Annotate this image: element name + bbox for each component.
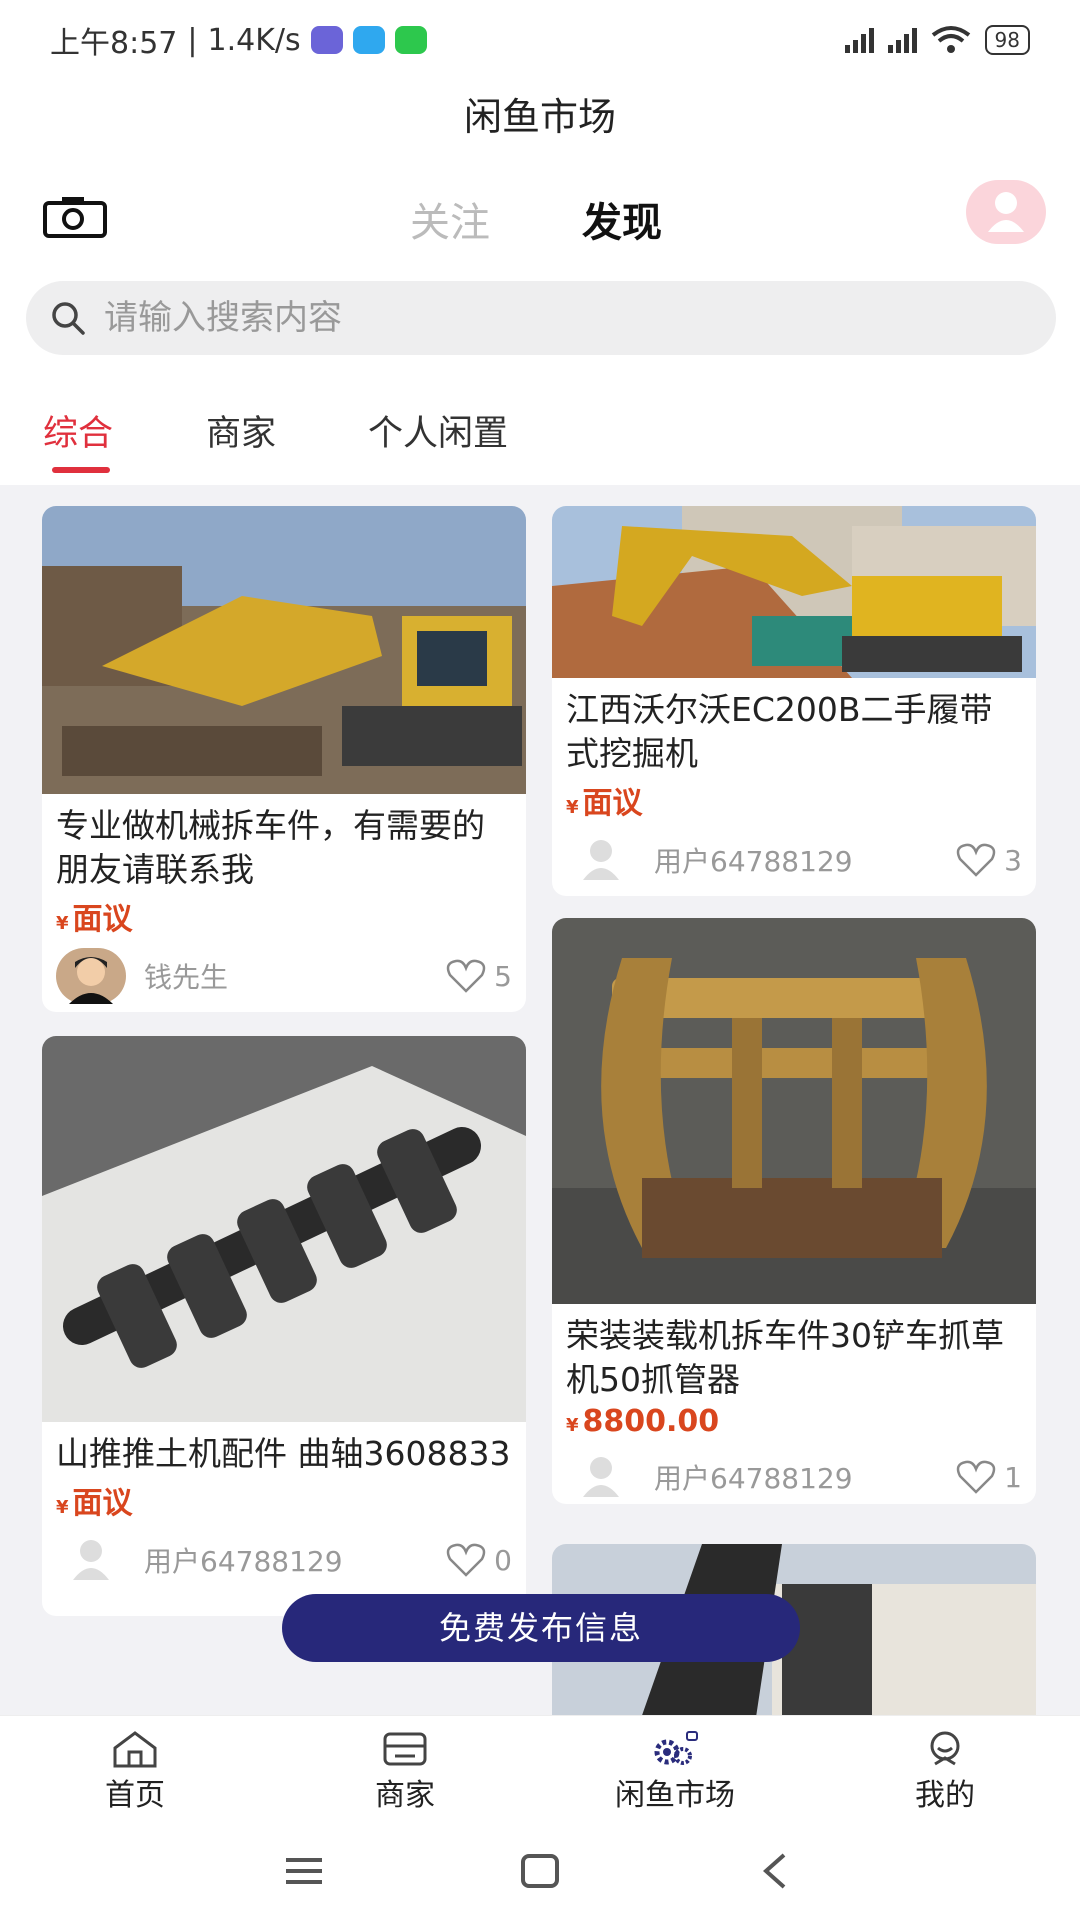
tab-personal-idle[interactable]: 个人闲置 [368, 405, 508, 456]
post-price: ¥ 面议 [42, 892, 526, 938]
default-user-icon [73, 1540, 109, 1580]
post-username: 用户64788129 [144, 1545, 343, 1578]
default-user-icon [583, 840, 619, 880]
likes[interactable]: 3 [956, 843, 1022, 877]
post-user-row: 用户64788129 1 [552, 1439, 1036, 1504]
page-title: 闲鱼市场 [0, 80, 1080, 155]
header: 关注 发现 [0, 155, 1080, 275]
post-card[interactable]: 荣装装载机拆车件30铲车抓草机50抓管器 ¥8800.00 用户64788129… [552, 918, 1036, 1504]
tab-discover[interactable]: 发现 [582, 190, 662, 248]
likes[interactable]: 5 [446, 959, 512, 993]
profile-icon [930, 1731, 960, 1766]
post-card[interactable]: 江西沃尔沃EC200B二手履带式挖掘机 ¥ 面议 用户64788129 3 [552, 506, 1036, 896]
post-price: ¥8800.00 [552, 1402, 1036, 1439]
likes-count: 1 [1004, 1460, 1022, 1494]
status-speed: 1.4K/s [207, 22, 301, 58]
post-username: 用户64788129 [654, 1462, 853, 1495]
likes-count: 0 [494, 1543, 512, 1577]
wechat-icon [394, 26, 427, 54]
heart-icon [956, 843, 996, 877]
nav-home[interactable]: 首页 [0, 1716, 270, 1820]
currency-symbol: ¥ [56, 913, 69, 934]
post-title: 荣装装载机拆车件30铲车抓草机50抓管器 [566, 1316, 1004, 1399]
likes-count: 3 [1004, 843, 1022, 877]
currency-symbol: ¥ [56, 1497, 69, 1518]
currency-symbol: ¥ [566, 1415, 579, 1436]
nav-home-label: 首页 [105, 1778, 165, 1813]
back-icon[interactable] [760, 1852, 788, 1890]
publish-button[interactable]: 免费发布信息 [282, 1594, 800, 1662]
bottom-nav: 首页 商家 闲鱼市场 我的 [0, 1715, 1080, 1820]
post-image-volvo-excavator[interactable] [552, 506, 1036, 678]
tab-merchants[interactable]: 商家 [206, 405, 276, 456]
product-feed: 专业做机械拆车件，有需要的朋友请联系我 ¥ 面议 钱先生 5 山推推土机配件 曲… [0, 485, 1080, 1715]
nav-merchants-label: 商家 [375, 1778, 435, 1813]
post-price: ¥ 面议 [552, 776, 1036, 822]
search-icon [52, 302, 85, 335]
post-price: ¥ 面议 [42, 1476, 526, 1522]
signal-icon-2 [887, 27, 917, 53]
active-tab-indicator [52, 467, 110, 473]
post-card[interactable]: 专业做机械拆车件，有需要的朋友请联系我 ¥ 面议 钱先生 5 [42, 506, 526, 1012]
cartoon-avatar-icon [69, 957, 113, 1004]
user-avatar-button[interactable] [966, 180, 1046, 244]
system-nav-bar [0, 1820, 1080, 1920]
status-time: 上午8:57 [50, 26, 178, 61]
home-square-icon[interactable] [520, 1853, 560, 1889]
post-user-row: 用户64788129 0 [42, 1522, 526, 1598]
status-divider: | [187, 22, 198, 58]
tab-all[interactable]: 综合 [43, 405, 113, 456]
home-icon [113, 1731, 157, 1768]
post-title: 专业做机械拆车件，有需要的朋友请联系我 [56, 806, 485, 889]
likes[interactable]: 1 [956, 1460, 1022, 1494]
status-bar: 上午8:57 | 1.4K/s 98 [0, 0, 1080, 80]
likes[interactable]: 0 [446, 1543, 512, 1577]
nav-mine-label: 我的 [915, 1778, 975, 1813]
nav-mine[interactable]: 我的 [810, 1716, 1080, 1820]
currency-symbol: ¥ [566, 797, 579, 818]
app-notification-icon [310, 26, 343, 54]
message-app-icon [352, 26, 385, 54]
wifi-icon [931, 26, 970, 53]
post-username: 用户64788129 [654, 845, 853, 878]
price-value: 面议 [582, 786, 643, 821]
price-value: 8800.00 [582, 1404, 720, 1439]
heart-icon [446, 1543, 486, 1577]
search-input[interactable] [104, 298, 1004, 338]
nav-market[interactable]: 闲鱼市场 [540, 1716, 810, 1820]
search-area [0, 275, 1080, 375]
post-user-row: 用户64788129 3 [552, 822, 1036, 896]
heart-icon [956, 1460, 996, 1494]
post-title: 江西沃尔沃EC200B二手履带式挖掘机 [566, 690, 993, 773]
post-image-excavator-scrapyard[interactable] [42, 506, 526, 794]
post-image-crankshaft[interactable] [42, 1036, 526, 1422]
post-card[interactable]: 山推推土机配件 曲轴3608833 ¥ 面议 用户64788129 0 [42, 1036, 526, 1616]
avatar[interactable] [566, 832, 636, 888]
avatar[interactable] [56, 1532, 126, 1588]
post-title: 山推推土机配件 曲轴3608833 [56, 1434, 511, 1473]
store-icon [383, 1732, 427, 1766]
person-icon [988, 192, 1024, 232]
likes-count: 5 [494, 959, 512, 993]
post-username: 钱先生 [144, 961, 229, 994]
post-image-loader-grapple[interactable] [552, 918, 1036, 1304]
avatar[interactable] [566, 1449, 636, 1504]
price-value: 面议 [72, 902, 133, 937]
tab-follow[interactable]: 关注 [410, 190, 490, 248]
nav-merchants[interactable]: 商家 [270, 1716, 540, 1820]
search-box[interactable] [26, 281, 1056, 355]
price-value: 面议 [72, 1486, 133, 1521]
avatar[interactable] [56, 948, 126, 1004]
camera-icon[interactable] [42, 195, 108, 239]
gears-icon [654, 1731, 698, 1765]
battery-icon: 98 [984, 25, 1030, 55]
post-user-row: 钱先生 5 [42, 938, 526, 1012]
category-tabs: 综合 商家 个人闲置 [0, 375, 1080, 485]
signal-icon [844, 27, 874, 53]
heart-icon [446, 959, 486, 993]
menu-icon[interactable] [284, 1856, 324, 1886]
nav-market-label: 闲鱼市场 [615, 1778, 735, 1813]
default-user-icon [583, 1457, 619, 1497]
